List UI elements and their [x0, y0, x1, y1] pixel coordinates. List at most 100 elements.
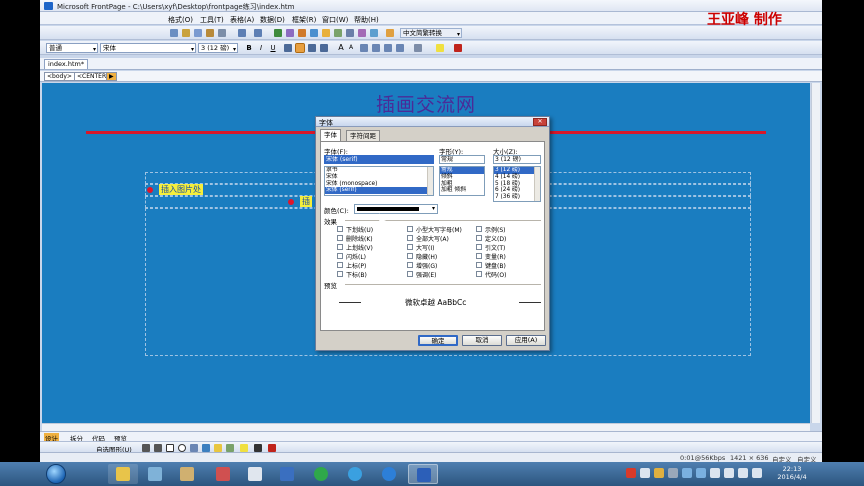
tab-font[interactable]: 字体 — [320, 129, 341, 141]
tray-icon[interactable] — [640, 468, 650, 478]
taskbar-app-2[interactable] — [140, 464, 170, 484]
list-scrollbar[interactable] — [534, 167, 540, 201]
checkbox-code[interactable] — [476, 271, 482, 277]
checkbox-hidden[interactable] — [407, 253, 413, 259]
clipart-icon[interactable] — [214, 444, 222, 452]
taskbar-frontpage[interactable] — [408, 464, 438, 484]
list-scrollbar[interactable] — [427, 167, 433, 195]
list-item[interactable]: 宋体 — [325, 174, 433, 181]
grow-font-button[interactable]: A — [336, 43, 346, 53]
taskbar-app-3[interactable] — [172, 464, 202, 484]
checkbox-keyboard[interactable] — [476, 262, 482, 268]
list-item[interactable]: 倾斜 — [440, 174, 484, 181]
taskbar-app-7[interactable] — [306, 464, 336, 484]
drawing-icon[interactable] — [310, 29, 318, 37]
align-left-icon[interactable] — [284, 44, 292, 52]
menu-frames[interactable]: 框架(R) — [292, 15, 316, 25]
redo-icon[interactable] — [254, 29, 262, 37]
highlight-icon[interactable] — [436, 44, 444, 52]
tray-icon[interactable] — [696, 468, 706, 478]
checkbox-subscript[interactable] — [337, 271, 343, 277]
menu-help[interactable]: 帮助(H) — [354, 15, 379, 25]
hyperlink-icon[interactable] — [322, 29, 330, 37]
ime-icon[interactable] — [626, 468, 636, 478]
ok-button[interactable]: 确定 — [418, 335, 458, 346]
underline-button[interactable]: U — [268, 43, 278, 53]
arrow-icon[interactable] — [154, 444, 162, 452]
borders-icon[interactable] — [414, 44, 422, 52]
checkbox-definition[interactable] — [476, 235, 482, 241]
tray-icon[interactable] — [682, 468, 692, 478]
style-select[interactable]: 普通 ▾ — [46, 43, 98, 53]
checkbox-sample[interactable] — [476, 226, 482, 232]
wordart-icon[interactable] — [202, 444, 210, 452]
checkbox-small-caps[interactable] — [407, 226, 413, 232]
list-item[interactable]: 隶书 — [325, 167, 433, 174]
cancel-button[interactable]: 取消 — [462, 335, 502, 346]
tab-character-spacing[interactable]: 字符间距 — [346, 130, 380, 141]
image-placeholder-label[interactable]: 插入图片处 — [159, 184, 203, 195]
checkbox-strikethrough[interactable] — [337, 235, 343, 241]
monitor-icon[interactable] — [738, 468, 748, 478]
menu-window[interactable]: 窗口(W) — [322, 15, 348, 25]
font-color-icon[interactable] — [454, 44, 462, 52]
picture-icon[interactable] — [226, 444, 234, 452]
oval-icon[interactable] — [178, 444, 186, 452]
checkbox-variable[interactable] — [476, 253, 482, 259]
menu-data[interactable]: 数据(D) — [260, 15, 285, 25]
translate-button[interactable]: 中文简繁转换 ▾ — [400, 28, 462, 38]
tray-icon[interactable] — [668, 468, 678, 478]
bold-button[interactable]: B — [244, 43, 254, 53]
checkbox-superscript[interactable] — [337, 262, 343, 268]
taskbar-ie[interactable] — [374, 464, 404, 484]
decrease-indent-icon[interactable] — [384, 44, 392, 52]
menu-tools[interactable]: 工具(T) — [200, 15, 224, 25]
menu-table[interactable]: 表格(A) — [230, 15, 254, 25]
tray-icon[interactable] — [654, 468, 664, 478]
line-color-icon[interactable] — [254, 444, 262, 452]
taskbar-explorer[interactable] — [108, 464, 138, 484]
insert-picture-icon[interactable] — [298, 29, 306, 37]
status-custom-2[interactable]: 自定义 — [797, 454, 817, 462]
list-item-selected[interactable]: 宋体 (serif) — [325, 187, 433, 195]
insert-layer-icon[interactable] — [286, 29, 294, 37]
quick-tag-menu-icon[interactable]: ▶ — [106, 72, 117, 81]
font-color-icon[interactable] — [268, 444, 276, 452]
checkbox-blink[interactable] — [337, 253, 343, 259]
shrink-font-button[interactable]: A — [346, 43, 356, 53]
list-item[interactable]: 加粗 倾斜 — [440, 187, 484, 194]
checkbox-emphasis[interactable] — [407, 271, 413, 277]
spell-icon[interactable] — [170, 29, 178, 37]
checkbox-underline[interactable] — [337, 226, 343, 232]
cut-icon[interactable] — [182, 29, 190, 37]
format-painter-icon[interactable] — [218, 29, 226, 37]
network-icon[interactable] — [710, 468, 720, 478]
quick-tag-body[interactable]: <body> — [44, 72, 75, 81]
flag-icon[interactable] — [724, 468, 734, 478]
size-input[interactable]: 3 (12 磅) — [493, 155, 541, 164]
show-all-icon[interactable] — [358, 29, 366, 37]
font-select[interactable]: 宋体 ▾ — [100, 43, 196, 53]
start-button[interactable] — [46, 464, 66, 484]
checkbox-overline[interactable] — [337, 244, 343, 250]
taskbar-app-8[interactable] — [340, 464, 370, 484]
volume-icon[interactable] — [752, 468, 762, 478]
italic-button[interactable]: I — [256, 43, 266, 53]
tab-index-htm[interactable]: index.htm* — [44, 59, 89, 69]
stop-icon[interactable] — [346, 29, 354, 37]
increase-indent-icon[interactable] — [396, 44, 404, 52]
fill-color-icon[interactable] — [240, 444, 248, 452]
refresh-icon[interactable] — [334, 29, 342, 37]
help-icon[interactable] — [370, 29, 378, 37]
size-select[interactable]: 3 (12 磅) ▾ — [198, 43, 238, 53]
rectangle-icon[interactable] — [166, 444, 174, 452]
align-right-icon[interactable] — [308, 44, 316, 52]
style-list[interactable]: 常规 倾斜 加粗 加粗 倾斜 — [439, 166, 485, 196]
taskbar-app-6[interactable] — [272, 464, 302, 484]
taskbar-app-5[interactable] — [240, 464, 270, 484]
horizontal-scrollbar[interactable] — [42, 423, 810, 431]
paste-icon[interactable] — [206, 29, 214, 37]
insert-table-icon[interactable] — [274, 29, 282, 37]
translate-icon[interactable] — [386, 29, 394, 37]
menu-format[interactable]: 格式(O) — [168, 15, 193, 25]
